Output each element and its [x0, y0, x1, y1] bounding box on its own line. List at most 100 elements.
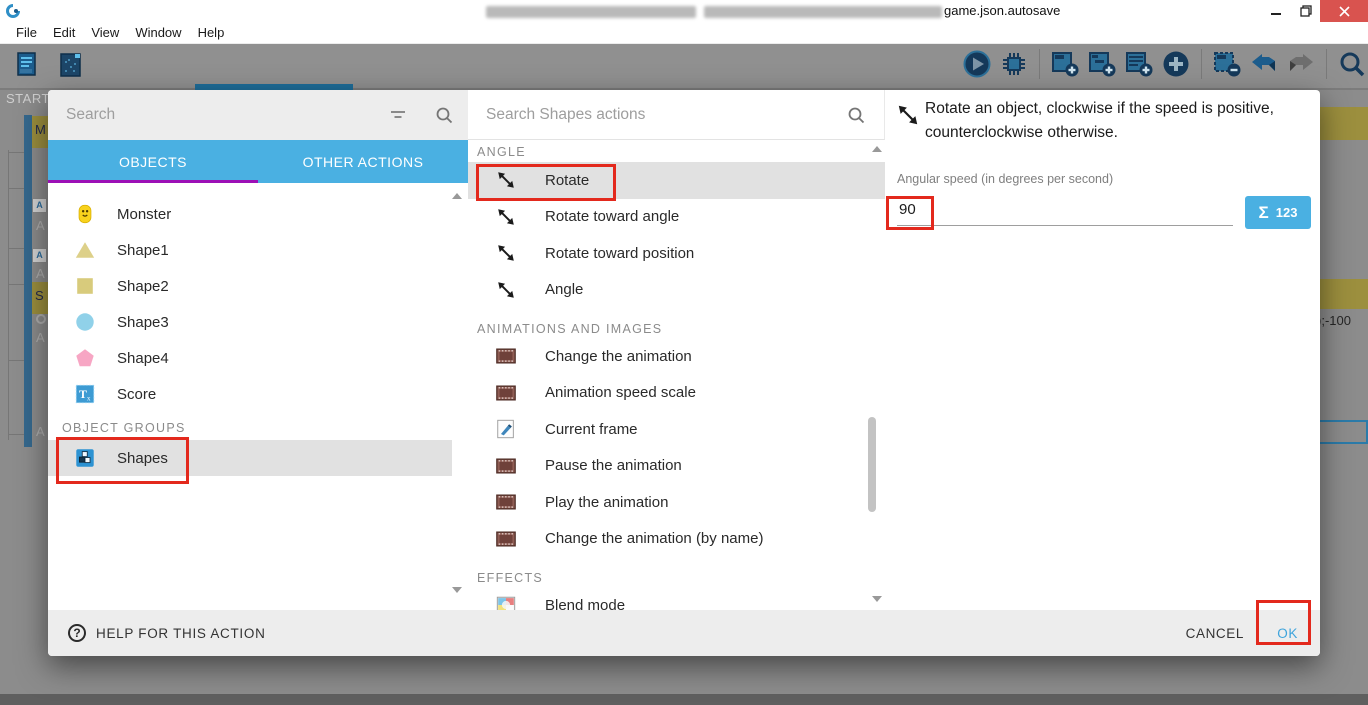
project-manager-icon[interactable] — [14, 50, 44, 80]
add-comment-icon[interactable] — [1124, 49, 1154, 79]
action-item[interactable]: Pause the animation — [468, 448, 885, 485]
menu-bar: File Edit View Window Help — [0, 22, 1368, 44]
expression-editor-button[interactable]: Σ 123 — [1245, 196, 1311, 229]
blurred-path-segment — [486, 6, 696, 18]
rotate-icon — [495, 279, 517, 301]
rotate-icon — [495, 206, 517, 228]
object-item[interactable]: Shape4 — [48, 340, 452, 376]
angular-speed-input[interactable] — [897, 194, 1233, 225]
action-section-header: ANGLE — [477, 145, 526, 159]
tab-objects[interactable]: OBJECTS — [48, 140, 258, 183]
menu-help[interactable]: Help — [190, 22, 233, 44]
action-item[interactable]: Rotate toward angle — [468, 199, 885, 236]
action-item-label: Play the animation — [545, 493, 669, 511]
object-item[interactable]: Shape2 — [48, 268, 452, 304]
add-circle-icon[interactable] — [1161, 49, 1191, 79]
film-icon — [495, 345, 517, 367]
blend-icon — [495, 594, 517, 610]
pentagon-icon — [74, 347, 96, 369]
dialog-footer: ? HELP FOR THIS ACTION CANCEL OK — [48, 610, 1320, 656]
minimize-button[interactable] — [1262, 0, 1290, 22]
application-window: game.json.autosave File Edit View Window… — [0, 0, 1368, 705]
angular-speed-field — [897, 194, 1233, 226]
rotate-icon — [895, 102, 921, 133]
events-tree-stub — [8, 188, 24, 189]
menu-view[interactable]: View — [83, 22, 127, 44]
action-section-header: EFFECTS — [477, 571, 544, 585]
menu-edit[interactable]: Edit — [45, 22, 83, 44]
action-description: Rotate an object, clockwise if the speed… — [925, 100, 1274, 142]
action-item[interactable]: Animation speed scale — [468, 375, 885, 412]
actions-list: ANGLE Rotate Rotate toward angle Rotate tow… — [468, 140, 885, 610]
debug-icon[interactable] — [999, 49, 1029, 79]
undo-icon[interactable] — [1249, 49, 1279, 79]
menu-file[interactable]: File — [8, 22, 45, 44]
toolbar-separator — [1201, 49, 1202, 79]
action-item[interactable]: Change the animation (by name) — [468, 521, 885, 558]
menu-window[interactable]: Window — [127, 22, 189, 44]
scroll-down-icon[interactable] — [452, 587, 462, 593]
parameter-label: Angular speed (in degrees per second) — [897, 172, 1114, 186]
events-tree-stub — [8, 248, 24, 249]
start-tab-label: START — [6, 91, 50, 106]
delete-event-icon[interactable] — [1212, 49, 1242, 79]
tab-other-actions[interactable]: OTHER ACTIONS — [258, 140, 468, 183]
action-item[interactable]: Change the animation — [468, 338, 885, 375]
add-subevent-icon[interactable] — [1087, 49, 1117, 79]
scroll-up-icon[interactable] — [452, 193, 462, 199]
film-icon — [495, 455, 517, 477]
event-header-fragment: M — [32, 116, 48, 148]
play-icon[interactable] — [962, 49, 992, 79]
objects-search-bar — [48, 90, 468, 140]
square-icon — [74, 275, 96, 297]
close-button[interactable] — [1320, 0, 1368, 22]
cancel-button[interactable]: CANCEL — [1186, 610, 1244, 656]
action-item-label: Current frame — [545, 420, 638, 438]
timer-icon-fragment — [36, 314, 46, 324]
action-item[interactable]: Angle — [468, 272, 885, 309]
object-item-label: Shape1 — [117, 241, 169, 259]
search-icon[interactable] — [846, 105, 866, 130]
redo-icon[interactable] — [1286, 49, 1316, 79]
film-icon — [495, 528, 517, 550]
search-icon[interactable] — [1337, 49, 1367, 79]
scroll-down-icon[interactable] — [872, 596, 882, 602]
search-icon[interactable] — [434, 105, 454, 130]
maximize-button[interactable] — [1292, 0, 1320, 22]
action-item[interactable]: Play the animation — [468, 484, 885, 521]
help-button[interactable]: ? HELP FOR THIS ACTION — [68, 610, 266, 656]
object-item-label: Score — [117, 385, 157, 403]
actions-search-bar — [468, 90, 885, 140]
action-item-label: Rotate toward angle — [545, 208, 680, 226]
filter-icon[interactable] — [388, 105, 408, 130]
action-editor-dialog: OBJECTS OTHER ACTIONS Monster Shape1 Shape… — [48, 90, 1320, 656]
event-header-fragment — [1320, 279, 1368, 309]
help-icon: ? — [68, 624, 86, 642]
action-item-label: Change the animation — [545, 347, 692, 365]
object-item[interactable]: Shape1 — [48, 232, 452, 268]
object-item[interactable]: Shape3 — [48, 304, 452, 340]
object-tabs: OBJECTS OTHER ACTIONS — [48, 140, 468, 183]
add-event-icon[interactable] — [1050, 49, 1080, 79]
action-item[interactable]: Current frame — [468, 411, 885, 448]
event-header-fragment: S — [32, 282, 48, 314]
action-item[interactable]: Rotate toward position — [468, 235, 885, 272]
object-item-label: Shape2 — [117, 277, 169, 295]
object-item[interactable]: Monster — [48, 196, 452, 232]
action-item[interactable]: Blend mode — [468, 587, 885, 610]
minimize-icon — [1271, 13, 1281, 15]
event-header-fragment — [1320, 107, 1368, 140]
window-title: game.json.autosave — [944, 3, 1061, 18]
actions-search-input[interactable] — [484, 102, 824, 128]
scrollbar-thumb[interactable] — [868, 417, 876, 512]
object-item-label: Shape3 — [117, 313, 169, 331]
scroll-up-icon[interactable] — [872, 146, 882, 152]
title-bar: game.json.autosave — [0, 0, 1368, 22]
annotation-rotate-box — [476, 164, 616, 201]
start-page-icon[interactable] — [56, 50, 86, 80]
objects-search-input[interactable] — [64, 102, 374, 128]
events-tree-stub — [8, 360, 24, 361]
object-item[interactable]: Tx Score — [48, 376, 452, 412]
score-icon: Tx — [74, 383, 96, 405]
action-item-label: Change the animation (by name) — [545, 530, 764, 548]
